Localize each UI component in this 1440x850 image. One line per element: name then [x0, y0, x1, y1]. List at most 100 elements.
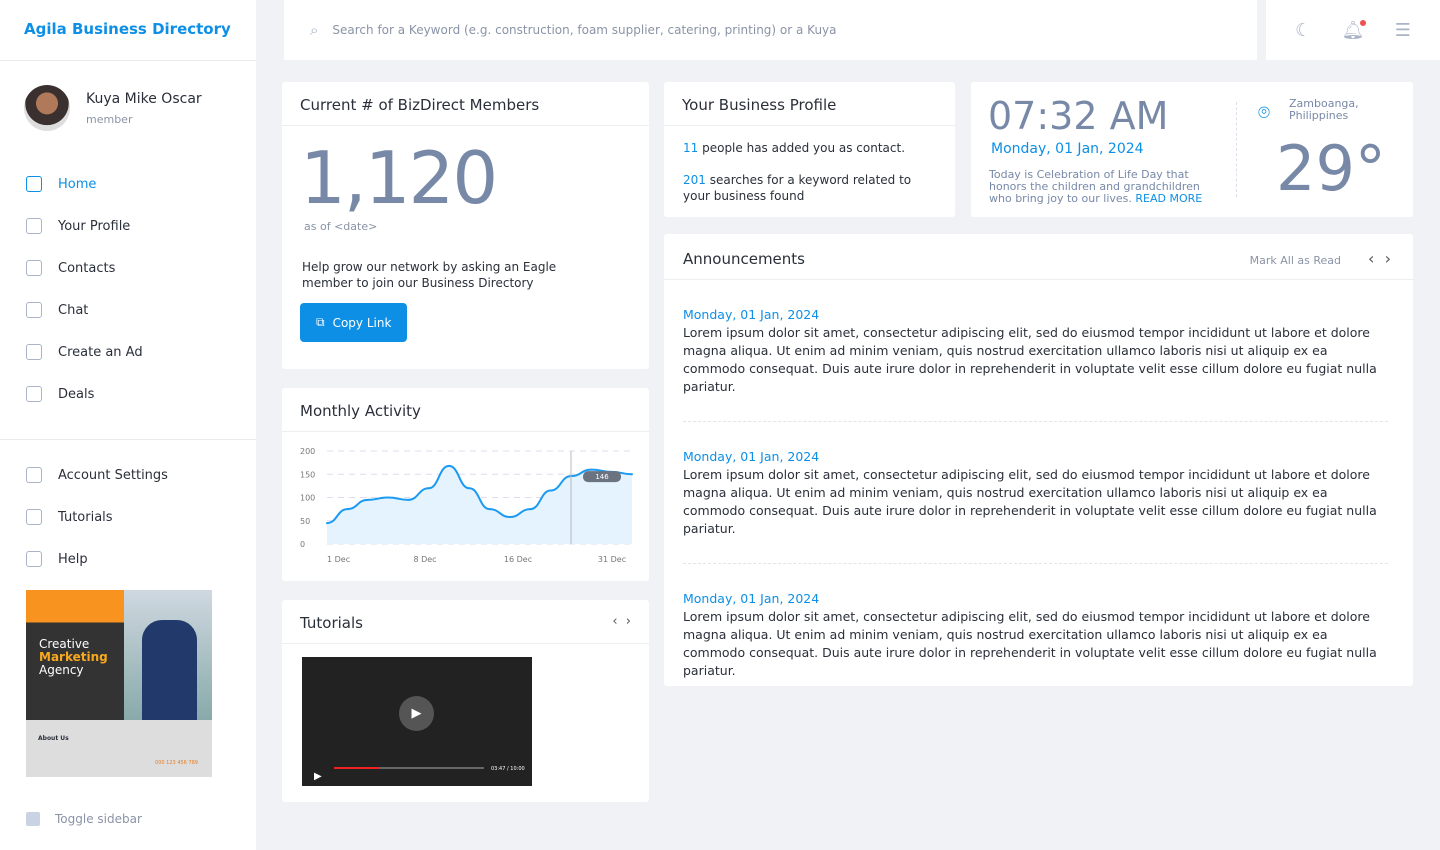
sidebar-item-help[interactable]: Help [0, 538, 256, 580]
user-panel[interactable]: Kuya Mike Oscar member [0, 61, 256, 155]
tutorials-nav: ‹ › [612, 614, 631, 629]
announcement-item[interactable]: Monday, 01 Jan, 2024 Lorem ipsum dolor si… [683, 422, 1388, 564]
announcement-item[interactable]: Monday, 01 Jan, 2024 Lorem ipsum dolor si… [683, 280, 1388, 422]
chevron-right-icon[interactable]: › [1385, 249, 1391, 268]
data-point[interactable] [366, 498, 369, 501]
profile-title: Your Business Profile [664, 82, 955, 126]
bell-icon[interactable]: 🔔︎ [1342, 19, 1367, 41]
data-point[interactable] [427, 487, 430, 490]
announcement-item[interactable]: Monday, 01 Jan, 2024 Lorem ipsum dolor si… [683, 564, 1388, 705]
grid-icon [26, 176, 42, 192]
headset-icon [26, 551, 42, 567]
ad-phone: 000 123 456 789 [155, 760, 198, 766]
data-point[interactable] [468, 487, 471, 490]
x-tick-label: 8 Dec [413, 555, 436, 564]
data-point[interactable] [448, 464, 450, 467]
video-icon [26, 509, 42, 525]
mark-all-read-link[interactable]: Mark All as Read [1250, 254, 1341, 267]
sidebar: Agila Business Directory Kuya Mike Oscar… [0, 0, 256, 850]
sidebar-item-label: Help [58, 551, 88, 567]
video-time: 03:47 / 10:00 [491, 766, 525, 772]
location: Zamboanga, Philippines [1289, 97, 1359, 122]
data-point[interactable] [488, 508, 491, 511]
data-point[interactable] [590, 468, 593, 471]
announcement-text: Lorem ipsum dolor sit amet, consectetur … [683, 467, 1377, 536]
chevron-left-icon[interactable]: ‹ [1368, 249, 1374, 268]
sidebar-item-chat[interactable]: Chat [0, 289, 256, 331]
moon-icon[interactable]: ☾ [1295, 20, 1311, 41]
announcements-nav: ‹ › [1368, 249, 1391, 268]
data-point[interactable] [631, 473, 633, 476]
data-point[interactable] [326, 522, 328, 525]
copy-link-label: Copy Link [332, 315, 392, 330]
video-progress[interactable] [334, 767, 484, 769]
day-note: Today is Celebration of Life Day that ho… [989, 169, 1214, 205]
clock-time: 07:32 AM [988, 94, 1169, 138]
members-count: 1,120 [300, 136, 498, 220]
chat-icon [26, 302, 42, 318]
ad-line3: Agency [39, 663, 84, 677]
activity-title: Monthly Activity [282, 388, 649, 432]
announcement-date: Monday, 01 Jan, 2024 [683, 307, 820, 322]
members-asof: as of <date> [304, 220, 378, 233]
menu-icon[interactable]: ☰ [1395, 20, 1411, 41]
sidebar-item-your-profile[interactable]: Your Profile [0, 205, 256, 247]
x-tick-label: 1 Dec [327, 555, 350, 564]
copy-link-button[interactable]: ⧉ Copy Link [300, 303, 408, 342]
profile-card: Your Business Profile 11 people has adde… [664, 82, 955, 217]
search-input[interactable]: Search for a Keyword (e.g. construction,… [332, 23, 836, 37]
search-icon: ⌕ [310, 21, 319, 39]
data-point[interactable] [529, 508, 532, 511]
chevron-right-icon[interactable]: › [626, 614, 631, 629]
top-icons: ☾ 🔔︎ ☰ [1266, 0, 1440, 60]
contacts-stat[interactable]: 11 people has added you as contact. [683, 140, 936, 156]
announcement-text: Lorem ipsum dolor sit amet, consectetur … [683, 609, 1377, 678]
video-player[interactable]: ▶ ▶ 03:47 / 10:00 [302, 657, 532, 786]
sidebar-item-label: Your Profile [58, 218, 131, 234]
copy-icon: ⧉ [316, 315, 325, 329]
sidebar-item-tutorials[interactable]: Tutorials [0, 496, 256, 538]
sidebar-item-label: Tutorials [58, 509, 113, 525]
members-card: Current # of BizDirect Members 1,120 as … [282, 82, 649, 369]
searches-stat[interactable]: 201 searches for a keyword related to yo… [683, 172, 936, 204]
data-point[interactable] [387, 496, 389, 499]
sidebar-item-home[interactable]: Home [0, 163, 256, 205]
search-bar[interactable]: ⌕ Search for a Keyword (e.g. constructio… [284, 0, 1257, 60]
activity-chart[interactable]: 0 50 100 150 200 1 Dec 8 Dec 16 Dec 31 Dec 146 [282, 432, 649, 581]
ad-banner[interactable]: Creative Marketing Agency About Us 000 123… [26, 590, 212, 777]
y-tick-label: 100 [300, 494, 315, 503]
sidebar-item-deals[interactable]: Deals [0, 373, 256, 415]
sidebar-item-label: Create an Ad [58, 344, 143, 360]
chevron-left-icon[interactable]: ‹ [612, 614, 617, 629]
user-icon [26, 218, 42, 234]
sidebar-item-contacts[interactable]: Contacts [0, 247, 256, 289]
ad-line2: Marketing [39, 650, 108, 664]
user-icon [26, 260, 42, 276]
activity-card: Monthly Activity 0 50 100 150 200 1 Dec 8 Dec 1… [282, 388, 649, 581]
sidebar-item-label: Contacts [58, 260, 116, 276]
toggle-sidebar-button[interactable]: Toggle sidebar [26, 812, 142, 826]
secondary-nav: Account Settings Tutorials Help [0, 454, 256, 580]
data-point[interactable] [407, 498, 410, 501]
sidebar-item-create-an-ad[interactable]: Create an Ad [0, 331, 256, 373]
sidebar-item-account-settings[interactable]: Account Settings [0, 454, 256, 496]
play-icon[interactable]: ▶ [399, 696, 434, 731]
sidebar-icon [26, 812, 40, 826]
announcements-card: Announcements Mark All as Read ‹ › Monda… [664, 234, 1413, 686]
data-point[interactable] [549, 489, 552, 492]
read-more-link[interactable]: READ MORE [1135, 192, 1202, 205]
avatar [24, 85, 70, 131]
data-point[interactable] [346, 508, 349, 511]
divider [1236, 102, 1237, 197]
announcement-date: Monday, 01 Jan, 2024 [683, 591, 820, 606]
play-small-icon[interactable]: ▶ [314, 771, 322, 782]
location-pin-icon: ⌾ [1258, 100, 1270, 124]
contacts-text: people has added you as contact. [698, 141, 906, 155]
members-title: Current # of BizDirect Members [282, 82, 649, 126]
tooltip-value: 146 [595, 473, 609, 481]
data-point[interactable] [509, 516, 511, 519]
app-title[interactable]: Agila Business Directory [0, 0, 256, 61]
announcement-date: Monday, 01 Jan, 2024 [683, 449, 820, 464]
announcement-text: Lorem ipsum dolor sit amet, consectetur … [683, 325, 1377, 394]
tutorials-card: Tutorials ‹ › ▶ ▶ 03:47 / 10:00 [282, 600, 649, 802]
